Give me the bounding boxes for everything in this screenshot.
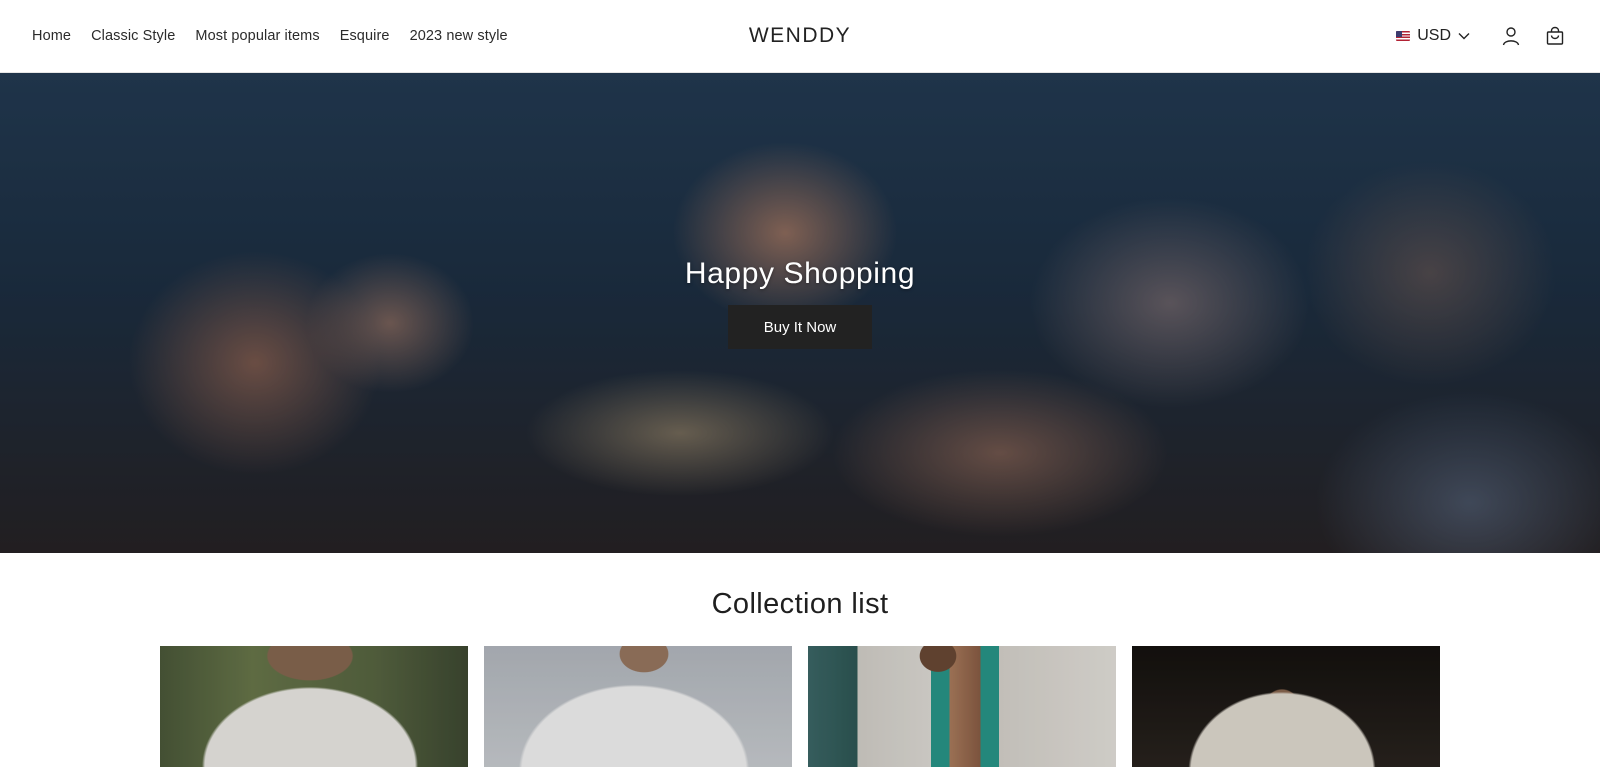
user-icon: [1502, 27, 1520, 46]
nav-home[interactable]: Home: [32, 28, 71, 44]
site-header: Home Classic Style Most popular items Es…: [0, 0, 1600, 73]
buy-it-now-button[interactable]: Buy It Now: [728, 305, 872, 349]
site-logo[interactable]: WENDDY: [749, 24, 851, 48]
man-beige-linen-shirt-image: [1132, 646, 1440, 767]
nav-classic-style[interactable]: Classic Style: [91, 28, 175, 44]
currency-label: USD: [1417, 27, 1451, 44]
cart-button[interactable]: [1544, 25, 1566, 47]
collection-card-1[interactable]: [160, 646, 468, 767]
shopping-bag-icon: [1546, 26, 1564, 45]
collection-grid: [160, 646, 1440, 767]
hero-banner: Happy Shopping Buy It Now: [0, 73, 1600, 553]
header-tools: USD: [1396, 0, 1566, 72]
currency-selector[interactable]: USD: [1396, 27, 1470, 45]
man-white-lace-up-shirt-image: [484, 646, 792, 767]
nav-esquire[interactable]: Esquire: [340, 28, 390, 44]
main-nav: Home Classic Style Most popular items Es…: [32, 0, 508, 72]
collection-card-4[interactable]: [1132, 646, 1440, 767]
collection-list-title: Collection list: [711, 588, 889, 620]
nav-most-popular-items[interactable]: Most popular items: [195, 28, 319, 44]
hero-title: Happy Shopping: [684, 257, 916, 290]
collection-card-2[interactable]: [484, 646, 792, 767]
hero-content: Happy Shopping Buy It Now: [0, 73, 1600, 553]
collection-card-3[interactable]: [808, 646, 1116, 767]
account-button[interactable]: [1500, 25, 1522, 47]
man-white-henley-shirt-image: [160, 646, 468, 767]
nav-2023-new-style[interactable]: 2023 new style: [410, 28, 508, 44]
man-teal-trim-cardigan-image: [808, 646, 1116, 767]
us-flag-icon: [1396, 31, 1411, 41]
chevron-down-icon: [1458, 33, 1470, 40]
